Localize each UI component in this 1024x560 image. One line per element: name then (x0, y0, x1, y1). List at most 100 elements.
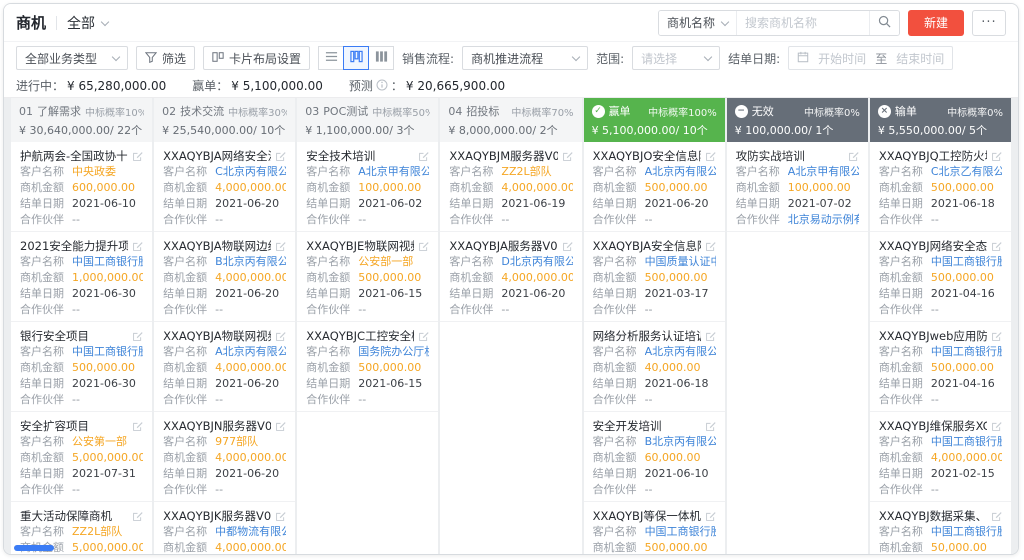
opportunity-card[interactable]: XXAQYBJM服务器V00XCC... 客户名称 ZZ2L部队 商机金额 4,… (440, 142, 581, 232)
edit-icon[interactable] (705, 511, 716, 522)
opportunity-card[interactable]: XXAQYBJA服务器V00XCC... 客户名称 D北京丙有限公司 商机金额 … (440, 232, 581, 322)
customer-name-link[interactable]: D北京丙有限公司 (501, 254, 572, 270)
search-button[interactable] (869, 11, 899, 35)
opportunity-card[interactable]: 护航两会-全国政协十三届... 客户名称 中央政委 商机金额 600,000.0… (11, 142, 152, 232)
opportunity-card[interactable]: XXAQYBJO安全信息隔离与... 客户名称 A北京丙有限公司 商机金额 50… (584, 142, 725, 232)
column-header[interactable]: − 无效 中标概率0% ¥ 100,000.00/ 1个 (727, 98, 868, 142)
opportunity-card[interactable]: XXAQYBJ数据采集、存储... 客户名称 中国工商银行股份有... 商机金额… (870, 502, 1011, 555)
customer-name-link[interactable]: 中国工商银行股份有... (931, 524, 1002, 540)
edit-icon[interactable] (132, 151, 143, 162)
scope-selector[interactable]: 全部 (67, 13, 108, 33)
edit-icon[interactable] (705, 421, 716, 432)
opportunity-card[interactable]: XXAQYBJA物联网视频上云... 客户名称 A北京丙有限公司 商机金额 4,… (154, 322, 295, 412)
edit-icon[interactable] (275, 241, 286, 252)
edit-icon[interactable] (991, 421, 1002, 432)
customer-name-link[interactable]: A北京甲有限公司 (358, 164, 429, 180)
opportunity-card[interactable]: XXAQYBJ等保一体机XCC项目 客户名称 中国工商银行股份有... 商机金额… (584, 502, 725, 555)
customer-name-link[interactable]: A北京甲有限公司 (788, 164, 859, 180)
column-header[interactable]: 01 了解需求 中标概率10% ¥ 30,640,000.00/ 22个 (11, 98, 152, 142)
edit-icon[interactable] (705, 241, 716, 252)
business-type-select[interactable]: 全部业务类型 (16, 46, 128, 70)
customer-name-link[interactable]: C北京乙有限公司 (931, 164, 1002, 180)
card-layout-settings-button[interactable]: 卡片布局设置 (203, 46, 310, 70)
customer-name-link[interactable]: 中国质量认证中心 (645, 254, 716, 270)
customer-name-link[interactable]: 中都物流有限公司 (215, 524, 286, 540)
edit-icon[interactable] (275, 151, 286, 162)
partner-value[interactable]: 北京易动示例有限公... (788, 212, 859, 228)
customer-name-link[interactable]: B北京丙有限公司 (645, 434, 716, 450)
kanban-view-button[interactable] (343, 46, 369, 70)
range-select[interactable]: 请选择 (632, 46, 720, 70)
edit-icon[interactable] (132, 511, 143, 522)
opportunity-card[interactable]: 网络分析服务认证培训 客户名称 A北京丙有限公司 商机金额 40,000.00 … (584, 322, 725, 412)
edit-icon[interactable] (705, 151, 716, 162)
filter-button[interactable]: 筛选 (136, 46, 195, 70)
opportunity-card[interactable]: 安全技术培训 客户名称 A北京甲有限公司 商机金额 100,000.00 结单日… (297, 142, 438, 232)
customer-name-link[interactable]: B北京丙有限公司 (215, 254, 286, 270)
customer-name-link[interactable]: A北京丙有限公司 (645, 164, 716, 180)
customer-name-link[interactable]: 中国工商银行股份有... (931, 344, 1002, 360)
edit-icon[interactable] (991, 241, 1002, 252)
column-header[interactable]: ✓ 赢单 中标概率100% ¥ 5,100,000.00/ 10个 (584, 98, 725, 142)
edit-icon[interactable] (562, 241, 573, 252)
opportunity-card[interactable]: 安全开发培训 客户名称 B北京丙有限公司 商机金额 60,000.00 结单日期… (584, 412, 725, 502)
edit-icon[interactable] (275, 511, 286, 522)
customer-name-link[interactable]: 中国工商银行股份有... (72, 254, 143, 270)
horizontal-scrollbar-thumb[interactable] (14, 545, 54, 551)
edit-icon[interactable] (418, 151, 429, 162)
opportunity-card[interactable]: 攻防实战培训 客户名称 A北京甲有限公司 商机金额 100,000.00 结单日… (727, 142, 868, 232)
search-field-selector[interactable]: 商机名称 (659, 11, 737, 35)
customer-name-link[interactable]: C北京丙有限公司 (215, 164, 286, 180)
column-header[interactable]: 02 技术交流 中标概率30% ¥ 25,540,000.00/ 10个 (154, 98, 295, 142)
sales-process-select[interactable]: 商机推进流程 (462, 46, 588, 70)
customer-name-link[interactable]: 国务院办公厅机关服... (358, 344, 429, 360)
customer-name-link[interactable]: 公安部一部 (358, 254, 413, 270)
opportunity-card[interactable]: XXAQYBJC工控安全检查工... 客户名称 国务院办公厅机关服... 商机金… (297, 322, 438, 412)
opportunity-card[interactable]: XXAQYBJweb应用防护墙XC... 客户名称 中国工商银行股份有... 商… (870, 322, 1011, 412)
customer-name-link[interactable]: ZZ2L部队 (72, 524, 122, 540)
list-view-button[interactable] (318, 46, 344, 70)
opportunity-card[interactable]: 银行安全项目 客户名称 中国工商银行股份有... 商机金额 500,000.00… (11, 322, 152, 412)
column-header[interactable]: 04 招投标 中标概率70% ¥ 8,000,000.00/ 2个 (440, 98, 581, 142)
compact-view-button[interactable] (368, 46, 394, 70)
customer-name-link[interactable]: A北京丙有限公司 (215, 344, 286, 360)
opportunity-card[interactable]: XXAQYBJN服务器V00XCD... 客户名称 977部队 商机金额 4,0… (154, 412, 295, 502)
opportunity-card[interactable]: XXAQYBJQ工控防火墙系统... 客户名称 C北京乙有限公司 商机金额 50… (870, 142, 1011, 232)
opportunity-card[interactable]: XXAQYBJ维保服务XCC项目 客户名称 中国工商银行股份有... 商机金额 … (870, 412, 1011, 502)
opportunity-card[interactable]: XXAQYBJK服务器V00XCD... 客户名称 中都物流有限公司 商机金额 … (154, 502, 295, 555)
customer-name-link[interactable]: 公安第一部 (72, 434, 127, 450)
edit-icon[interactable] (132, 241, 143, 252)
column-header[interactable]: × 输单 中标概率0% ¥ 5,550,000.00/ 5个 (870, 98, 1011, 142)
edit-icon[interactable] (848, 151, 859, 162)
edit-icon[interactable] (418, 241, 429, 252)
edit-icon[interactable] (705, 331, 716, 342)
opportunity-card[interactable]: XXAQYBJA物联网边缘AI智... 客户名称 B北京丙有限公司 商机金额 4… (154, 232, 295, 322)
more-actions-button[interactable]: ··· (972, 10, 1006, 36)
new-opportunity-button[interactable]: 新建 (908, 10, 964, 36)
search-input[interactable] (737, 11, 869, 35)
edit-icon[interactable] (132, 421, 143, 432)
edit-icon[interactable] (132, 331, 143, 342)
opportunity-card[interactable]: XXAQYBJA网络安全流量安全... 客户名称 C北京丙有限公司 商机金额 4… (154, 142, 295, 232)
edit-icon[interactable] (991, 151, 1002, 162)
opportunity-card[interactable]: XXAQYBJE物联网视频上云... 客户名称 公安部一部 商机金额 500,0… (297, 232, 438, 322)
opportunity-card[interactable]: XXAQYBJ网络安全态势感知... 客户名称 中国工商银行股份有... 商机金… (870, 232, 1011, 322)
close-date-range-picker[interactable]: 开始时间 至 结束时间 (788, 46, 953, 70)
customer-name-link[interactable]: 中央政委 (72, 164, 116, 180)
edit-icon[interactable] (991, 511, 1002, 522)
edit-icon[interactable] (418, 331, 429, 342)
customer-name-link[interactable]: A北京丙有限公司 (645, 344, 716, 360)
customer-name-link[interactable]: 977部队 (215, 434, 258, 450)
edit-icon[interactable] (275, 331, 286, 342)
customer-name-link[interactable]: ZZ2L部队 (501, 164, 551, 180)
opportunity-card[interactable]: 2021安全能力提升项目 客户名称 中国工商银行股份有... 商机金额 1,00… (11, 232, 152, 322)
column-header[interactable]: 03 POC测试 中标概率50% ¥ 1,100,000.00/ 3个 (297, 98, 438, 142)
info-circle-icon[interactable] (376, 79, 388, 93)
edit-icon[interactable] (991, 331, 1002, 342)
customer-name-link[interactable]: 中国工商银行股份有... (645, 524, 716, 540)
edit-icon[interactable] (562, 151, 573, 162)
opportunity-card[interactable]: XXAQYBJA安全信息隔离与... 客户名称 中国质量认证中心 商机金额 50… (584, 232, 725, 322)
customer-name-link[interactable]: 中国工商银行股份有... (931, 434, 1002, 450)
customer-name-link[interactable]: 中国工商银行股份有... (72, 344, 143, 360)
edit-icon[interactable] (275, 421, 286, 432)
